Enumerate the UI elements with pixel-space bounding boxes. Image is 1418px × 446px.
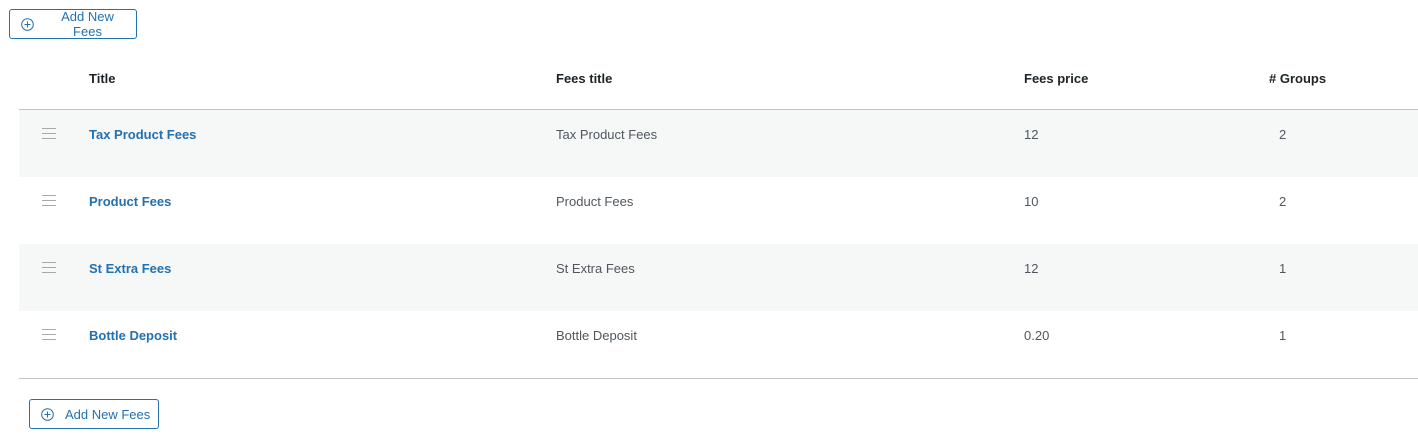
row-fees-title: Tax Product Fees [556, 127, 658, 142]
row-fees-price: 0.20 [1024, 328, 1050, 343]
row-groups: 1 [1279, 328, 1287, 343]
column-header-groups[interactable]: # Groups [1269, 71, 1326, 86]
column-header-fees-title[interactable]: Fees title [556, 71, 612, 86]
row-fees-title: Product Fees [556, 194, 634, 209]
row-fees-title: Bottle Deposit [556, 328, 637, 343]
add-new-fees-label: Add New Fees [65, 406, 151, 422]
drag-handle-icon[interactable] [42, 329, 56, 340]
row-fees-price: 12 [1024, 261, 1039, 276]
drag-handle-icon[interactable] [42, 195, 56, 206]
row-title-link[interactable]: St Extra Fees [89, 261, 171, 276]
column-header-fees-price[interactable]: Fees price [1024, 71, 1088, 86]
table-row: St Extra Fees St Extra Fees 12 1 [19, 244, 1418, 311]
table-header: Title Fees title Fees price # Groups [19, 56, 1418, 110]
drag-handle-icon[interactable] [42, 128, 56, 139]
column-header-title[interactable]: Title [89, 71, 116, 86]
row-fees-price: 12 [1024, 127, 1039, 142]
table-row: Tax Product Fees Tax Product Fees 12 2 [19, 110, 1418, 177]
table-body: Tax Product Fees Tax Product Fees 12 2 P… [19, 110, 1418, 379]
row-title-link[interactable]: Tax Product Fees [89, 127, 196, 142]
row-title-link[interactable]: Product Fees [89, 194, 171, 209]
row-fees-price: 10 [1024, 194, 1039, 209]
plus-circle-icon [21, 17, 34, 31]
table-row: Bottle Deposit Bottle Deposit 0.20 1 [19, 311, 1418, 378]
row-groups: 1 [1279, 261, 1287, 276]
row-title-link[interactable]: Bottle Deposit [89, 328, 177, 343]
row-groups: 2 [1279, 127, 1287, 142]
add-new-fees-button-bottom[interactable]: Add New Fees [29, 399, 159, 429]
fees-table: Title Fees title Fees price # Groups Tax… [19, 56, 1418, 379]
plus-circle-icon [41, 407, 54, 421]
add-new-fees-button-top[interactable]: Add New Fees [9, 9, 137, 39]
row-fees-title: St Extra Fees [556, 261, 635, 276]
drag-handle-icon[interactable] [42, 262, 56, 273]
add-new-fees-label: Add New Fees [61, 9, 114, 39]
table-row: Product Fees Product Fees 10 2 [19, 177, 1418, 244]
row-groups: 2 [1279, 194, 1287, 209]
